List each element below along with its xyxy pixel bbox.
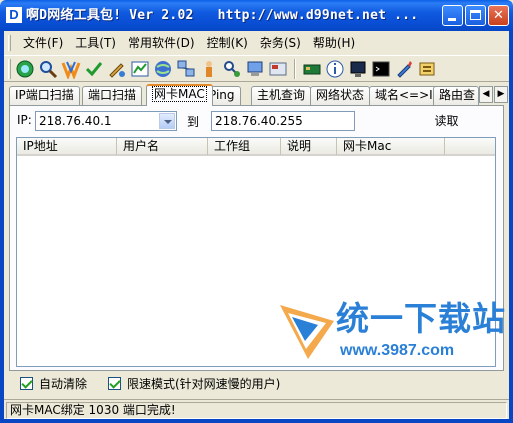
tab-nic-mac[interactable]: 网卡MAC bbox=[146, 84, 213, 106]
hosts-icon[interactable] bbox=[176, 59, 196, 79]
menu-control[interactable]: 控制(K) bbox=[201, 34, 254, 52]
list-header: IP地址 用户名 工作组 说明 网卡Mac bbox=[17, 138, 495, 156]
watermark-url: www.3987.com bbox=[340, 342, 455, 359]
info-icon[interactable] bbox=[325, 59, 345, 79]
tab-network-status[interactable]: 网络状态 bbox=[310, 86, 371, 105]
pencil-icon[interactable] bbox=[394, 59, 414, 79]
start-ip-value: 218.76.40.1 bbox=[39, 114, 112, 128]
menu-misc[interactable]: 杂务(S) bbox=[254, 34, 307, 52]
watermark-text: 统一下载站 bbox=[336, 299, 506, 338]
to-label: 到 bbox=[187, 115, 200, 129]
speed-limit-checkbox[interactable]: 限速模式(针对网速慢的用户) bbox=[108, 375, 280, 392]
toolbar-separator bbox=[294, 58, 296, 79]
checkmark-icon[interactable] bbox=[84, 59, 104, 79]
tab-scroll-right-button[interactable]: ▶ bbox=[494, 86, 508, 103]
column-header-ip[interactable]: IP地址 bbox=[17, 138, 117, 155]
toolbar bbox=[4, 55, 509, 82]
menu-tools[interactable]: 工具(T) bbox=[69, 34, 122, 52]
dropdown-button[interactable] bbox=[159, 113, 175, 129]
menu-common-software[interactable]: 常用软件(D) bbox=[122, 34, 201, 52]
winamp-icon[interactable] bbox=[61, 59, 81, 79]
auto-clear-label: 自动清除 bbox=[39, 377, 88, 391]
checkbox-checked-icon[interactable] bbox=[20, 377, 33, 390]
tab-host-query[interactable]: 主机查询 bbox=[251, 86, 312, 105]
checkbox-checked-icon[interactable] bbox=[108, 377, 121, 390]
magnifier-icon[interactable] bbox=[38, 59, 58, 79]
title-bar[interactable]: D 啊D网络工具包! Ver 2.02 http://www.d99net.ne… bbox=[0, 0, 513, 31]
app-logo-icon: D bbox=[6, 7, 22, 23]
chart-icon[interactable] bbox=[130, 59, 150, 79]
status-text: 网卡MAC绑定 1030 端口完成! bbox=[6, 402, 507, 419]
arrow-right-icon: ▶ bbox=[497, 89, 505, 99]
column-header-workgroup[interactable]: 工作组 bbox=[208, 138, 281, 155]
column-header-username[interactable]: 用户名 bbox=[117, 138, 208, 155]
minimize-icon bbox=[448, 18, 456, 21]
menu-help[interactable]: 帮助(H) bbox=[307, 34, 361, 52]
close-icon: ✕ bbox=[493, 8, 504, 23]
column-header-nic-mac[interactable]: 网卡Mac bbox=[337, 138, 445, 155]
auto-clear-checkbox[interactable]: 自动清除 bbox=[20, 375, 87, 392]
toolbar-grip bbox=[8, 58, 11, 79]
tab-strip: IP端口扫描 端口扫描 网卡MAC Ping 主机查询 网络状态 域名<=>IP… bbox=[9, 84, 509, 106]
person-icon[interactable] bbox=[199, 59, 219, 79]
network-icon[interactable] bbox=[153, 59, 173, 79]
users-icon[interactable] bbox=[222, 59, 242, 79]
menu-bar: 文件(F) 工具(T) 常用软件(D) 控制(K) 杂务(S) 帮助(H) bbox=[4, 33, 509, 53]
tab-ip-port-scan[interactable]: IP端口扫描 bbox=[9, 86, 80, 105]
network-card-icon[interactable] bbox=[302, 59, 322, 79]
terminal-icon[interactable] bbox=[371, 59, 391, 79]
minimize-button[interactable] bbox=[442, 5, 463, 26]
close-button[interactable]: ✕ bbox=[488, 5, 509, 26]
arrow-left-icon: ◀ bbox=[482, 89, 490, 99]
tab-route-query[interactable]: 路由查 bbox=[433, 86, 479, 105]
status-bar: 网卡MAC绑定 1030 端口完成! bbox=[4, 399, 509, 419]
tab-scroll-left-button[interactable]: ◀ bbox=[479, 86, 493, 103]
window-frame-bottom bbox=[0, 419, 513, 423]
end-ip-input[interactable]: 218.76.40.255 bbox=[211, 111, 355, 131]
menu-grip bbox=[8, 35, 11, 51]
maximize-icon bbox=[470, 10, 481, 20]
speed-limit-label: 限速模式(针对网速慢的用户) bbox=[127, 377, 281, 391]
computer-icon[interactable] bbox=[245, 59, 265, 79]
tab-port-scan[interactable]: 端口扫描 bbox=[82, 86, 143, 105]
start-ip-combobox[interactable]: 218.76.40.1 bbox=[35, 111, 177, 131]
site-watermark: 统一下载站 www.3987.com bbox=[278, 297, 505, 363]
globe-scan-icon[interactable] bbox=[15, 59, 35, 79]
panel-icon[interactable] bbox=[268, 59, 288, 79]
window-frame-left bbox=[0, 31, 4, 423]
window-frame-right bbox=[509, 31, 513, 423]
menu-file[interactable]: 文件(F) bbox=[17, 34, 69, 52]
ip-label: IP: bbox=[17, 113, 32, 127]
read-button[interactable]: 读取 bbox=[419, 111, 474, 131]
monitor-icon[interactable] bbox=[348, 59, 368, 79]
column-header-filler bbox=[445, 138, 495, 155]
watermark-logo-icon bbox=[280, 305, 334, 359]
settings-icon[interactable] bbox=[417, 59, 437, 79]
paint-icon[interactable] bbox=[107, 59, 127, 79]
maximize-button[interactable] bbox=[465, 5, 486, 26]
window-title: 啊D网络工具包! Ver 2.02 http://www.d99net.net … bbox=[26, 8, 419, 23]
chevron-down-icon bbox=[164, 120, 172, 124]
column-header-description[interactable]: 说明 bbox=[281, 138, 337, 155]
